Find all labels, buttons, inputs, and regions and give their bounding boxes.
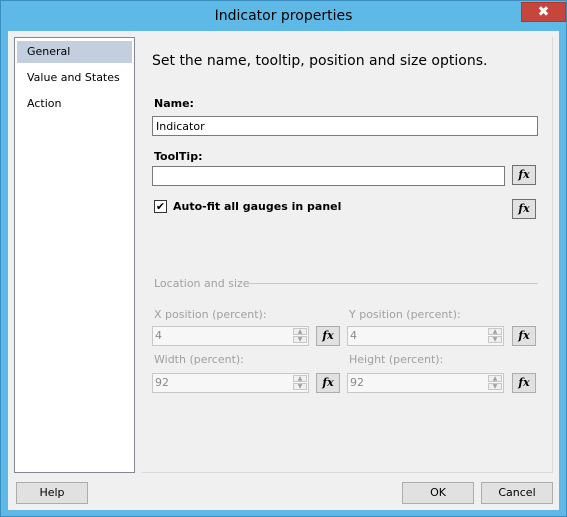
width-label: Width (percent): <box>154 353 244 366</box>
autofit-checkbox[interactable]: ✔ <box>154 200 167 213</box>
close-button[interactable]: ✖ <box>521 2 566 22</box>
y-position-fx-button[interactable]: fx <box>512 326 536 346</box>
spin-up-icon[interactable]: ▲ <box>293 328 307 335</box>
cancel-button[interactable]: Cancel <box>481 482 553 504</box>
help-button[interactable]: Help <box>16 482 88 504</box>
autofit-fx-button[interactable]: fx <box>512 199 536 219</box>
nav-item-action[interactable]: Action <box>17 93 132 115</box>
tooltip-input[interactable] <box>152 166 505 186</box>
spin-up-icon[interactable]: ▲ <box>488 375 502 382</box>
width-fx-button[interactable]: fx <box>316 373 340 393</box>
spin-down-icon[interactable]: ▼ <box>293 336 307 343</box>
width-value: 92 <box>155 376 169 389</box>
height-value: 92 <box>350 376 364 389</box>
height-stepper[interactable]: 92 ▲ ▼ <box>347 373 504 393</box>
tooltip-fx-button[interactable]: fx <box>512 165 536 185</box>
width-stepper[interactable]: 92 ▲ ▼ <box>152 373 309 393</box>
dialog-title: Indicator properties <box>214 8 353 24</box>
fx-icon: fx <box>518 202 530 215</box>
group-divider <box>245 283 538 284</box>
name-label: Name: <box>154 97 194 110</box>
nav-pane: General Value and States Action <box>14 37 135 473</box>
y-position-value: 4 <box>350 329 357 342</box>
x-position-label: X position (percent): <box>154 308 267 321</box>
spin-down-icon[interactable]: ▼ <box>293 383 307 390</box>
fx-icon: fx <box>518 376 530 389</box>
name-input[interactable] <box>152 116 538 136</box>
page-heading: Set the name, tooltip, position and size… <box>152 53 488 69</box>
y-position-label: Y position (percent): <box>349 308 461 321</box>
dialog-window: Indicator properties ✖ General Value and… <box>0 0 567 517</box>
autofit-label: Auto-fit all gauges in panel <box>173 200 342 213</box>
close-icon: ✖ <box>537 4 550 20</box>
fx-icon: fx <box>518 329 530 342</box>
location-group-label: Location and size <box>154 277 250 290</box>
height-label: Height (percent): <box>349 353 444 366</box>
general-page: Set the name, tooltip, position and size… <box>142 37 553 473</box>
checkmark-icon: ✔ <box>155 200 166 213</box>
y-position-stepper[interactable]: 4 ▲ ▼ <box>347 326 504 346</box>
nav-item-value-and-states[interactable]: Value and States <box>17 67 132 89</box>
title-bar[interactable]: Indicator properties ✖ <box>1 1 566 31</box>
tooltip-label: ToolTip: <box>154 150 203 163</box>
height-fx-button[interactable]: fx <box>512 373 536 393</box>
spin-up-icon[interactable]: ▲ <box>293 375 307 382</box>
x-position-stepper[interactable]: 4 ▲ ▼ <box>152 326 309 346</box>
x-position-value: 4 <box>155 329 162 342</box>
x-position-fx-button[interactable]: fx <box>316 326 340 346</box>
spin-down-icon[interactable]: ▼ <box>488 383 502 390</box>
spin-up-icon[interactable]: ▲ <box>488 328 502 335</box>
fx-icon: fx <box>322 329 334 342</box>
fx-icon: fx <box>322 376 334 389</box>
ok-button[interactable]: OK <box>402 482 474 504</box>
fx-icon: fx <box>518 168 530 181</box>
nav-item-general[interactable]: General <box>17 41 132 63</box>
spin-down-icon[interactable]: ▼ <box>488 336 502 343</box>
dialog-body: General Value and States Action Set the … <box>8 31 559 510</box>
